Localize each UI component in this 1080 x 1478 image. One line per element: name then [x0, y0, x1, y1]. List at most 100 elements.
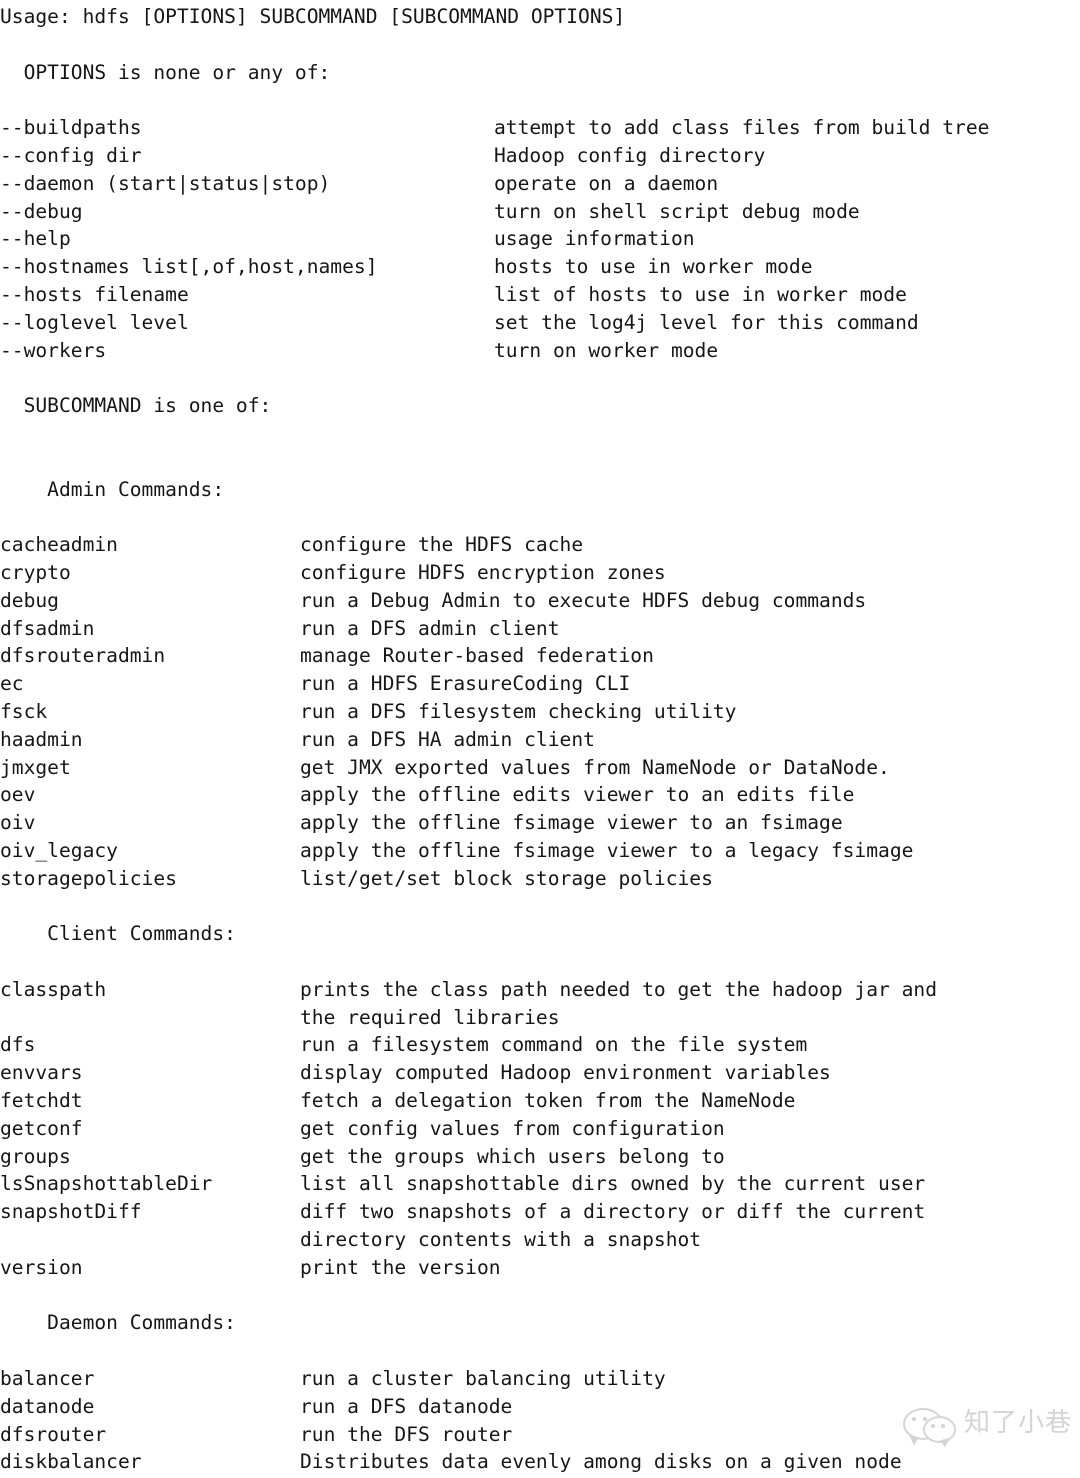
command-row-continuation: the required libraries [0, 1004, 1080, 1032]
option-row: --config dir Hadoop config directory [0, 142, 1080, 170]
command-row-name: version [0, 1255, 83, 1279]
option-row-name: --hosts filename [0, 282, 189, 306]
command-row: lsSnapshottableDir list all snapshottable… [0, 1170, 1080, 1198]
command-row-name: datanode [0, 1394, 95, 1418]
command-row: crypto configure HDFS encryption zones [0, 559, 1080, 587]
option-row: --debug turn on shell script debug mode [0, 198, 1080, 226]
option-row-description: usage information [494, 227, 695, 251]
command-row: oiv_legacy apply the offline fsimage view… [0, 837, 1080, 865]
command-row-name: oiv [0, 811, 36, 835]
command-row-description: apply the offline edits viewer to an edi… [300, 783, 855, 807]
command-row: storagepolicies list/get/set block storag… [0, 865, 1080, 893]
option-row: --hosts filename list of hosts to use in … [0, 281, 1080, 309]
option-row: --hostnames list[,of,host,names] hosts to… [0, 253, 1080, 281]
command-row: getconf get config values from configurat… [0, 1115, 1080, 1143]
option-row: --workers turn on worker mode [0, 337, 1080, 365]
command-row-description: get the groups which users belong to [300, 1144, 725, 1168]
command-row: version print the version [0, 1254, 1080, 1282]
command-row: classpath prints the class path needed to… [0, 976, 1080, 1004]
command-row-description: Distributes data evenly among disks on a… [300, 1450, 902, 1474]
option-row-name: --buildpaths [0, 116, 142, 140]
command-row-name: snapshotDiff [0, 1200, 142, 1224]
command-row-name: crypto [0, 560, 71, 584]
command-row: haadmin run a DFS HA admin client [0, 726, 1080, 754]
command-row-name: balancer [0, 1367, 95, 1391]
command-row: fetchdt fetch a delegation token from the… [0, 1087, 1080, 1115]
option-row: --help usage information [0, 225, 1080, 253]
command-row-name: oev [0, 783, 36, 807]
option-row-name: --loglevel level [0, 310, 189, 334]
command-row-description: list/get/set block storage policies [300, 866, 713, 890]
command-row: fsck run a DFS filesystem checking utilit… [0, 698, 1080, 726]
command-row-name: groups [0, 1144, 71, 1168]
command-row-description: run the DFS router [300, 1422, 513, 1446]
option-row-description: set the log4j level for this command [494, 310, 919, 334]
command-row-name: oiv_legacy [0, 838, 118, 862]
command-row-name: ec [0, 672, 24, 696]
command-row-name: dfs [0, 1033, 36, 1057]
command-row-name: dfsrouter [0, 1422, 107, 1446]
command-row-description-line2: directory contents with a snapshot [300, 1228, 702, 1252]
command-row-description: configure the HDFS cache [300, 533, 584, 557]
command-row-description: run a DFS HA admin client [300, 727, 595, 751]
option-row-description: turn on worker mode [494, 338, 719, 362]
option-row: --loglevel level set the log4j level for … [0, 309, 1080, 337]
section-heading: Daemon Commands: [0, 1311, 236, 1335]
command-row-name: storagepolicies [0, 866, 177, 890]
option-row-description: operate on a daemon [494, 171, 719, 195]
command-row-name: getconf [0, 1116, 83, 1140]
command-row: cacheadmin configure the HDFS cache [0, 531, 1080, 559]
command-row: balancer run a cluster balancing utility [0, 1365, 1080, 1393]
command-row-name: fsck [0, 699, 48, 723]
command-row: datanode run a DFS datanode [0, 1393, 1080, 1421]
command-row-description: prints the class path needed to get the … [300, 977, 938, 1001]
command-row: groups get the groups which users belong … [0, 1143, 1080, 1171]
option-row-description: Hadoop config directory [494, 143, 766, 167]
command-row-description: run a DFS filesystem checking utility [300, 699, 737, 723]
command-row-name: diskbalancer [0, 1450, 142, 1474]
command-row-description: run a DFS admin client [300, 616, 560, 640]
option-row-description: turn on shell script debug mode [494, 199, 860, 223]
command-row: oiv apply the offline fsimage viewer to a… [0, 809, 1080, 837]
command-row-description: fetch a delegation token from the NameNo… [300, 1089, 796, 1113]
option-row-description: list of hosts to use in worker mode [494, 282, 907, 306]
section-heading: Admin Commands: [0, 477, 225, 501]
command-row-description: manage Router-based federation [300, 644, 654, 668]
command-row-name: lsSnapshottableDir [0, 1172, 213, 1196]
option-row-name: --hostnames list[,of,host,names] [0, 255, 378, 279]
command-row: debug run a Debug Admin to execute HDFS d… [0, 587, 1080, 615]
option-row-description: attempt to add class files from build tr… [494, 116, 990, 140]
command-row-name: classpath [0, 977, 107, 1001]
command-row-description: apply the offline fsimage viewer to a le… [300, 838, 914, 862]
command-row-description: display computed Hadoop environment vari… [300, 1061, 831, 1085]
command-row: jmxget get JMX exported values from NameN… [0, 754, 1080, 782]
command-row-description: get JMX exported values from NameNode or… [300, 755, 890, 779]
command-row-name: cacheadmin [0, 533, 118, 557]
subcommand-intro-line: SUBCOMMAND is one of: [0, 394, 272, 418]
command-row: ec run a HDFS ErasureCoding CLI [0, 670, 1080, 698]
terminal-output: Usage: hdfs [OPTIONS] SUBCOMMAND [SUBCOM… [0, 0, 1080, 1478]
command-row-description: apply the offline fsimage viewer to an f… [300, 811, 843, 835]
option-row: --daemon (start|status|stop) operate on a… [0, 170, 1080, 198]
usage-line: Usage: hdfs [OPTIONS] SUBCOMMAND [SUBCOM… [0, 5, 626, 28]
command-row-description: list all snapshottable dirs owned by the… [300, 1172, 926, 1196]
command-row-name: fetchdt [0, 1089, 83, 1113]
command-row: dfs run a filesystem command on the file … [0, 1031, 1080, 1059]
command-row-name: debug [0, 588, 59, 612]
command-row: envvars display computed Hadoop environme… [0, 1059, 1080, 1087]
command-row-description: run a HDFS ErasureCoding CLI [300, 672, 631, 696]
command-row-description: get config values from configuration [300, 1116, 725, 1140]
command-sections: Admin Commands: cacheadmin configure the … [0, 476, 1080, 1477]
command-row: oev apply the offline edits viewer to an … [0, 781, 1080, 809]
option-row-name: --debug [0, 199, 83, 223]
options-list: --buildpaths attempt to add class files f… [0, 114, 1080, 364]
command-row-description: run a filesystem command on the file sys… [300, 1033, 808, 1057]
